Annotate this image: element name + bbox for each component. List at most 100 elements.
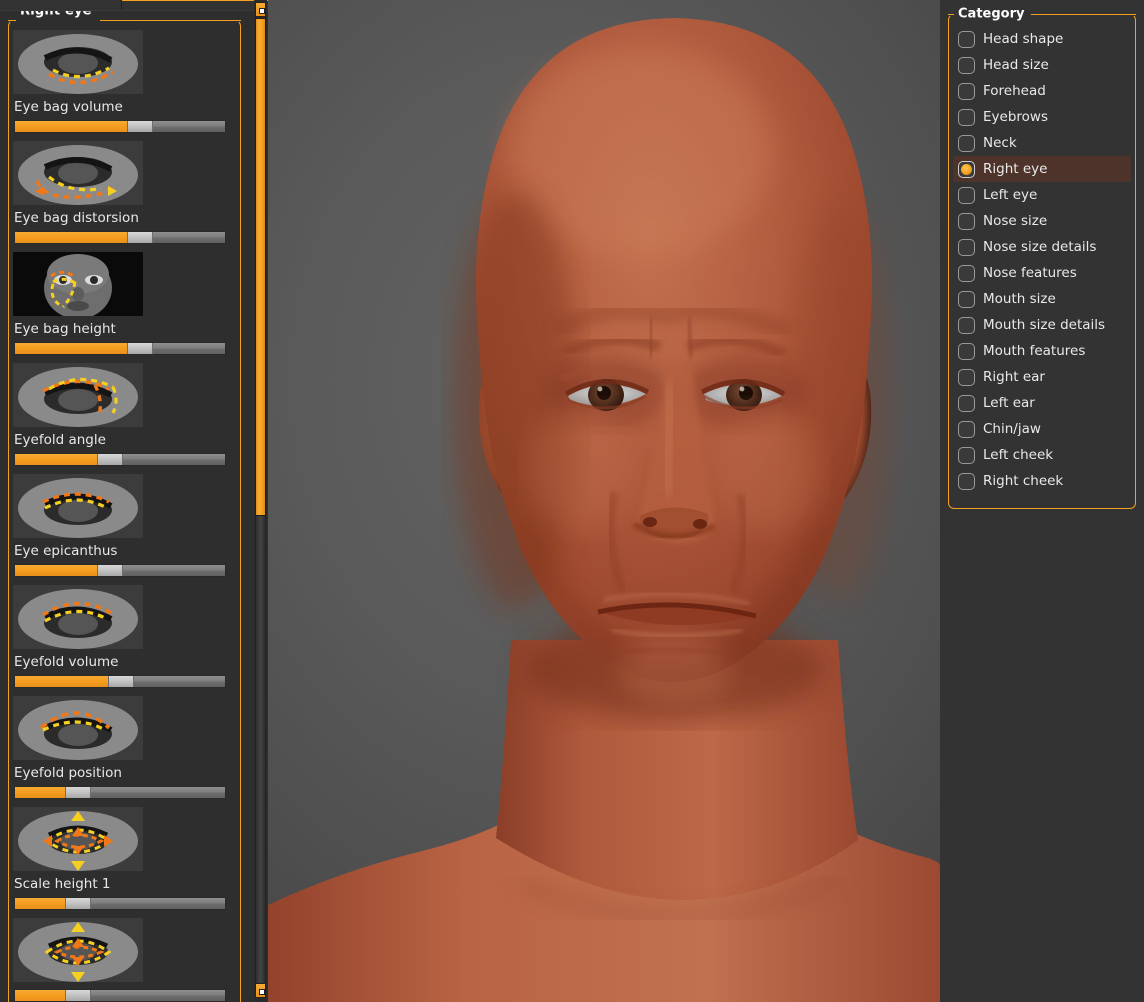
scrollbar-up-button[interactable] <box>255 2 266 17</box>
category-item-label: Head size <box>983 56 1049 73</box>
eye-bag-distorsion-thumb <box>13 141 143 205</box>
category-item-mouth-size[interactable]: Mouth size <box>953 286 1131 312</box>
slider-handle[interactable] <box>126 232 153 243</box>
radio-button-icon[interactable] <box>958 342 975 360</box>
category-item-nose-features[interactable]: Nose features <box>953 260 1131 286</box>
modifier-slider[interactable] <box>14 989 226 1002</box>
radio-button-icon[interactable] <box>958 134 975 152</box>
modifier-slider[interactable] <box>14 897 226 910</box>
modifier-label: Eyefold position <box>14 765 122 781</box>
radio-button-icon[interactable] <box>958 238 975 256</box>
category-item-label: Nose features <box>983 264 1077 281</box>
radio-button-icon[interactable] <box>958 56 975 74</box>
scrollbar-track[interactable] <box>255 516 266 983</box>
category-item-label: Nose size details <box>983 238 1097 255</box>
radio-button-icon[interactable] <box>958 160 975 178</box>
slider-handle[interactable] <box>65 990 92 1001</box>
radio-button-icon[interactable] <box>958 30 975 48</box>
modifier-slider[interactable] <box>14 564 226 577</box>
category-item-label: Right ear <box>983 368 1045 385</box>
scrollbar-down-button[interactable] <box>255 983 266 998</box>
category-item-label: Head shape <box>983 30 1064 47</box>
category-item-head-shape[interactable]: Head shape <box>953 26 1131 52</box>
slider-handle[interactable] <box>96 565 123 576</box>
category-item-right-ear[interactable]: Right ear <box>953 364 1131 390</box>
radio-button-icon[interactable] <box>958 212 975 230</box>
slider-handle[interactable] <box>65 787 92 798</box>
radio-button-icon[interactable] <box>958 82 975 100</box>
slider-fill <box>15 787 66 798</box>
radio-button-icon[interactable] <box>958 264 975 282</box>
radio-button-icon[interactable] <box>958 316 975 334</box>
modifier-item: Eye bag volume <box>13 30 237 133</box>
modifier-item: Scale height 1 <box>13 807 237 910</box>
category-item-eyebrows[interactable]: Eyebrows <box>953 104 1131 130</box>
category-item-neck[interactable]: Neck <box>953 130 1131 156</box>
tab-item-1[interactable] <box>0 0 122 10</box>
slider-handle[interactable] <box>65 898 92 909</box>
slider-handle[interactable] <box>126 121 153 132</box>
modifier-label: Eye bag distorsion <box>14 210 139 226</box>
slider-fill <box>15 232 127 243</box>
slider-handle[interactable] <box>108 676 134 687</box>
radio-button-icon[interactable] <box>958 368 975 386</box>
category-item-right-cheek[interactable]: Right cheek <box>953 468 1131 494</box>
category-item-head-size[interactable]: Head size <box>953 52 1131 78</box>
3d-viewport[interactable] <box>268 0 940 1002</box>
modifier-label: Eye epicanthus <box>14 543 118 559</box>
category-item-label: Mouth size <box>983 290 1056 307</box>
scale-height-1-thumb <box>13 807 143 871</box>
category-item-label: Forehead <box>983 82 1046 99</box>
modifier-item: Eyefold angle <box>13 363 237 466</box>
radio-button-icon[interactable] <box>958 394 975 412</box>
radio-button-icon[interactable] <box>958 420 975 438</box>
category-item-label: Chin/jaw <box>983 420 1041 437</box>
category-item-left-cheek[interactable]: Left cheek <box>953 442 1131 468</box>
slider-fill <box>15 343 127 354</box>
scrollbar-thumb[interactable] <box>255 18 266 516</box>
slider-handle[interactable] <box>126 343 153 354</box>
category-item-label: Left eye <box>983 186 1038 203</box>
eye-epicanthus-thumb <box>13 474 143 538</box>
radio-button-icon[interactable] <box>958 446 975 464</box>
modifier-item: Eye bag distorsion <box>13 141 237 244</box>
slider-fill <box>15 454 97 465</box>
category-item-left-eye[interactable]: Left eye <box>953 182 1131 208</box>
eyefold-volume-thumb <box>13 585 143 649</box>
category-item-label: Left cheek <box>983 446 1054 463</box>
radio-button-icon[interactable] <box>958 108 975 126</box>
eye-bag-volume-thumb <box>13 30 143 94</box>
category-item-label: Eyebrows <box>983 108 1048 125</box>
modifier-slider[interactable] <box>14 120 226 133</box>
category-item-mouth-features[interactable]: Mouth features <box>953 338 1131 364</box>
modifier-slider[interactable] <box>14 675 226 688</box>
category-item-forehead[interactable]: Forehead <box>953 78 1131 104</box>
category-item-chin-jaw[interactable]: Chin/jaw <box>953 416 1131 442</box>
radio-button-icon[interactable] <box>958 290 975 308</box>
left-panel-scrollbar[interactable] <box>254 0 267 1002</box>
category-item-label: Neck <box>983 134 1017 151</box>
category-item-label: Right cheek <box>983 472 1064 489</box>
modifier-label: Eyefold volume <box>14 654 119 670</box>
modifier-slider[interactable] <box>14 231 226 244</box>
modifier-slider-list: Eye bag volume Eye bag distorsion Eye ba… <box>13 30 237 1002</box>
category-item-right-eye[interactable]: Right eye <box>953 156 1131 182</box>
category-item-label: Mouth features <box>983 342 1086 359</box>
modifier-slider[interactable] <box>14 786 226 799</box>
modifier-slider[interactable] <box>14 453 226 466</box>
category-group-title: Category <box>954 6 1032 22</box>
radio-button-icon[interactable] <box>958 472 975 490</box>
slider-handle[interactable] <box>96 454 123 465</box>
modifier-item: Eye epicanthus <box>13 474 237 577</box>
right-category-panel: Category Head shape Head size Forehead Eyeb… <box>940 0 1144 1002</box>
radio-button-icon[interactable] <box>958 186 975 204</box>
category-item-mouth-size-details[interactable]: Mouth size details <box>953 312 1131 338</box>
category-item-label: Mouth size details <box>983 316 1106 333</box>
category-item-nose-size[interactable]: Nose size <box>953 208 1131 234</box>
category-item-left-ear[interactable]: Left ear <box>953 390 1131 416</box>
radio-selected-dot-icon <box>961 163 972 175</box>
category-item-nose-size-details[interactable]: Nose size details <box>953 234 1131 260</box>
modifier-label: Eye bag height <box>14 321 116 337</box>
modifier-slider[interactable] <box>14 342 226 355</box>
category-radio-list: Head shape Head size Forehead Eyebrows Neck R… <box>953 26 1131 494</box>
